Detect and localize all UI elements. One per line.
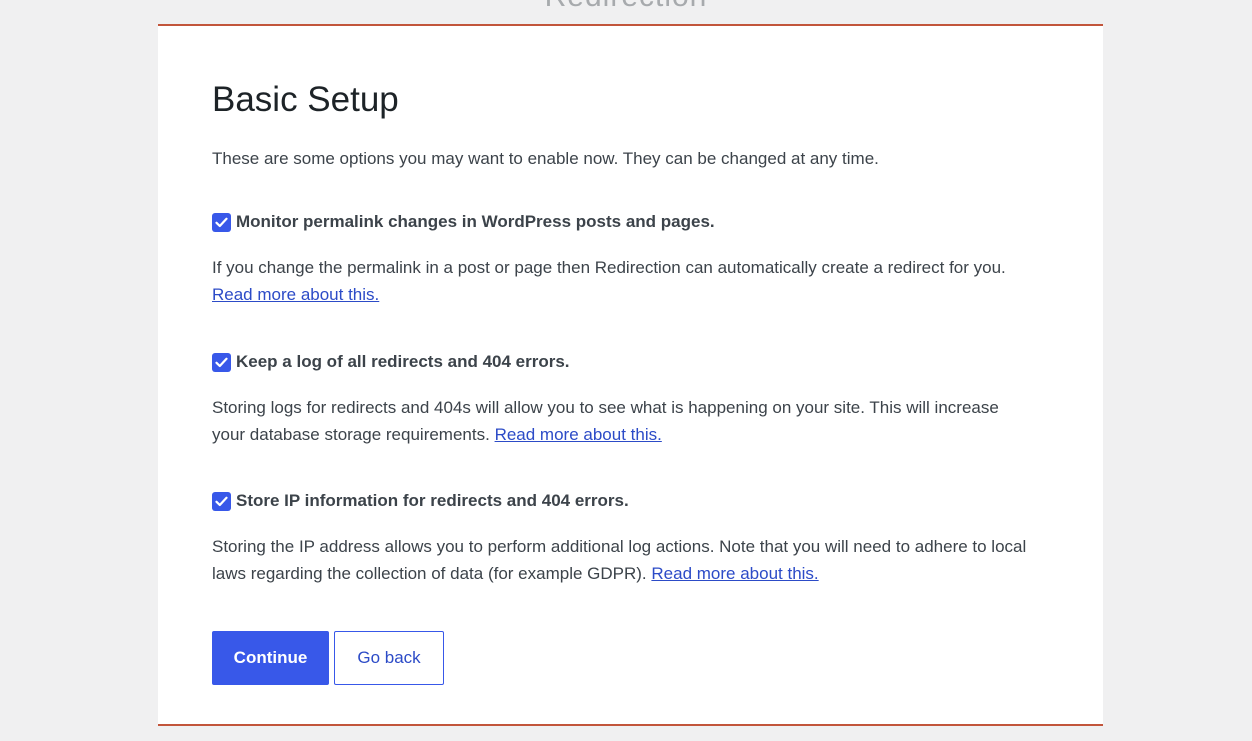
checkmark-icon: [215, 496, 228, 506]
option-description: Storing the IP address allows you to per…: [212, 533, 1032, 587]
go-back-button[interactable]: Go back: [334, 631, 444, 685]
option-label-text: Monitor permalink changes in WordPress p…: [236, 212, 715, 231]
checkbox-store-ip[interactable]: [212, 491, 231, 511]
option-description: Storing logs for redirects and 404s will…: [212, 394, 1032, 448]
setup-card: Basic Setup These are some options you m…: [158, 24, 1103, 726]
page: Redirection Basic Setup These are some o…: [0, 0, 1252, 741]
checkmark-icon: [215, 217, 228, 227]
option-label-log[interactable]: Keep a log of all redirects and 404 erro…: [212, 350, 1032, 374]
option-monitor-permalinks: Monitor permalink changes in WordPress p…: [212, 210, 1032, 308]
read-more-link[interactable]: Read more about this.: [651, 564, 818, 583]
option-label-text: Keep a log of all redirects and 404 erro…: [236, 352, 570, 371]
option-label-text: Store IP information for redirects and 4…: [236, 491, 629, 510]
continue-button[interactable]: Continue: [212, 631, 329, 685]
checkmark-icon: [215, 357, 228, 367]
action-buttons: Continue Go back: [212, 631, 444, 685]
read-more-link[interactable]: Read more about this.: [495, 425, 662, 444]
intro-text: These are some options you may want to e…: [212, 149, 879, 168]
read-more-link[interactable]: Read more about this.: [212, 285, 379, 304]
option-description: If you change the permalink in a post or…: [212, 254, 1032, 308]
option-label-ip[interactable]: Store IP information for redirects and 4…: [212, 489, 1032, 513]
checkbox-keep-log[interactable]: [212, 352, 231, 372]
option-label-monitor[interactable]: Monitor permalink changes in WordPress p…: [212, 210, 1032, 234]
app-title: Redirection: [0, 0, 1252, 14]
page-title: Basic Setup: [212, 80, 399, 119]
option-keep-log: Keep a log of all redirects and 404 erro…: [212, 350, 1032, 448]
checkbox-monitor-permalinks[interactable]: [212, 212, 231, 232]
option-description-text: If you change the permalink in a post or…: [212, 258, 1006, 277]
option-store-ip: Store IP information for redirects and 4…: [212, 489, 1032, 587]
option-description-text: Storing the IP address allows you to per…: [212, 537, 1027, 583]
